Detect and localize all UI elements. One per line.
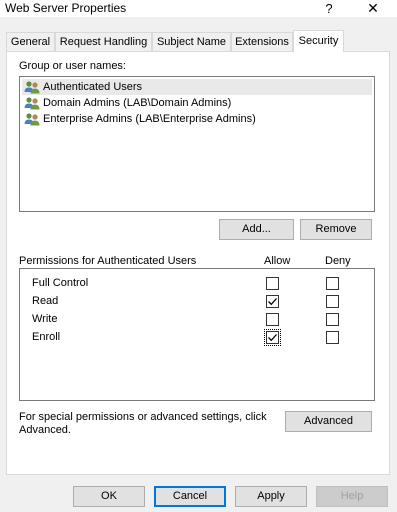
- tab-subject-name[interactable]: Subject Name: [152, 32, 231, 51]
- tab-general[interactable]: General: [6, 32, 55, 51]
- cancel-button[interactable]: Cancel: [154, 486, 226, 507]
- user-name: Authenticated Users: [43, 81, 143, 93]
- advanced-button[interactable]: Advanced: [285, 411, 372, 432]
- check-icon: [268, 334, 277, 342]
- user-name: Enterprise Admins (LAB\Enterprise Admins…: [43, 113, 256, 125]
- enroll-deny-checkbox[interactable]: [326, 331, 339, 344]
- write-allow-checkbox[interactable]: [266, 313, 279, 326]
- advanced-text-line2: Advanced.: [19, 424, 71, 436]
- perm-full-control-label: Full Control: [32, 277, 89, 289]
- permissions-list: Full Control Read Write Enroll: [19, 268, 375, 401]
- allow-header: Allow: [264, 255, 291, 267]
- permissions-header: Permissions for Authenticated Users: [19, 255, 197, 267]
- list-item[interactable]: Enterprise Admins (LAB\Enterprise Admins…: [22, 111, 372, 127]
- group-user-list[interactable]: Authenticated Users Domain Admins (LAB\D…: [19, 76, 375, 212]
- help-button[interactable]: Help: [316, 486, 388, 507]
- ok-button[interactable]: OK: [73, 486, 145, 507]
- user-name: Domain Admins (LAB\Domain Admins): [43, 97, 232, 109]
- perm-write-label: Write: [32, 313, 58, 325]
- enroll-allow-checkbox[interactable]: [264, 329, 281, 346]
- group-label: Group or user names:: [19, 60, 126, 72]
- check-icon: [268, 298, 277, 306]
- users-icon: [24, 112, 40, 126]
- read-deny-checkbox[interactable]: [326, 295, 339, 308]
- list-item[interactable]: Authenticated Users: [22, 79, 372, 95]
- tab-request-handling[interactable]: Request Handling: [55, 32, 152, 51]
- tab-extensions[interactable]: Extensions: [231, 32, 293, 51]
- tab-security[interactable]: Security: [293, 30, 344, 52]
- add-button[interactable]: Add...: [219, 219, 294, 240]
- deny-header: Deny: [325, 255, 351, 267]
- window-title: Web Server Properties: [5, 1, 127, 15]
- help-icon[interactable]: ?: [318, 0, 340, 17]
- apply-button[interactable]: Apply: [235, 486, 307, 507]
- read-allow-checkbox[interactable]: [266, 295, 279, 308]
- full-control-deny-checkbox[interactable]: [326, 277, 339, 290]
- perm-enroll-label: Enroll: [32, 331, 61, 343]
- remove-button[interactable]: Remove: [300, 219, 372, 240]
- title-bar: Web Server Properties ? ✕: [0, 0, 397, 17]
- advanced-text-line1: For special permissions or advanced sett…: [19, 411, 267, 423]
- close-icon[interactable]: ✕: [362, 0, 384, 17]
- write-deny-checkbox[interactable]: [326, 313, 339, 326]
- users-icon: [24, 80, 40, 94]
- users-icon: [24, 96, 40, 110]
- perm-read-label: Read: [32, 295, 59, 307]
- full-control-allow-checkbox[interactable]: [266, 277, 279, 290]
- list-item[interactable]: Domain Admins (LAB\Domain Admins): [22, 95, 372, 111]
